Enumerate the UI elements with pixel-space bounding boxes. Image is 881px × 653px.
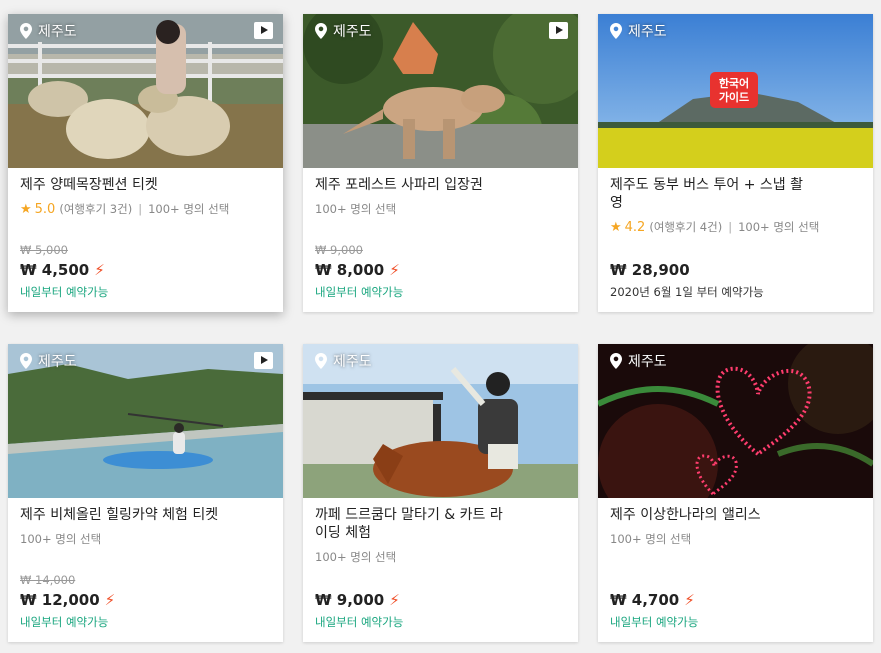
availability: 내일부터 예약가능 [315,285,404,299]
availability: 내일부터 예약가능 [20,615,109,629]
sale-price: ₩ 4,500 ⚡ [20,261,108,279]
sale-price: ₩ 9,000 ⚡ [315,591,403,609]
selection-count: 100+ 명의 선택 [610,532,692,546]
product-image[interactable]: 제주도 [598,344,873,498]
product-title[interactable]: 제주 양떼목장펜션 티켓 [20,176,273,194]
original-price: ₩ 14,000 [20,573,76,587]
product-image[interactable]: 제주도 [8,14,283,168]
price-value: ₩ 4,700 [610,591,680,609]
sale-price: ₩ 4,700 ⚡ [610,591,698,609]
product-card[interactable]: 한국어 가이드 제주도 제주도 동부 버스 투어 + 스냅 촬영 ★ 4.2 (… [598,14,873,312]
review-count: (여행후기 4건) [649,220,723,234]
availability: 내일부터 예약가능 [610,615,699,629]
sale-price: ₩ 8,000 ⚡ [315,261,403,279]
product-meta: 100+ 명의 선택 [315,549,568,565]
product-title[interactable]: 제주 포레스트 사파리 입장권 [315,176,568,194]
selection-count: 100+ 명의 선택 [738,220,820,234]
availability: 2020년 6월 1일 부터 예약가능 [610,285,764,299]
location-tag: 제주도 [315,21,372,41]
product-card[interactable]: 제주도 제주 포레스트 사파리 입장권 100+ 명의 선택 ₩ 9,000 ₩… [303,14,578,312]
original-price: ₩ 5,000 [20,243,68,257]
map-pin-icon [20,353,32,369]
star-icon: ★ [610,219,622,235]
sale-price: ₩ 28,900 [610,261,764,279]
star-icon: ★ [20,201,32,217]
original-price: ₩ 9,000 [315,243,363,257]
video-play-icon[interactable] [254,22,273,39]
location-label: 제주도 [628,354,667,370]
svg-text:한국어: 한국어 [719,76,749,90]
location-tag: 제주도 [20,351,77,371]
location-label: 제주도 [333,24,372,40]
product-card[interactable]: 제주도 제주 양떼목장펜션 티켓 ★ 5.0 (여행후기 3건) | 100+ … [8,14,283,312]
price-value: ₩ 12,000 [20,591,100,609]
video-play-icon[interactable] [549,22,568,39]
divider: | [138,202,143,216]
location-tag: 제주도 [610,21,667,41]
availability: 내일부터 예약가능 [315,615,404,629]
selection-count: 100+ 명의 선택 [148,202,230,216]
lightning-bolt-icon: ⚡ [389,591,400,609]
lightning-bolt-icon: ⚡ [104,591,116,609]
product-title[interactable]: 제주 이상한나라의 앨리스 [610,506,863,524]
price-value: ₩ 4,500 [20,261,90,279]
product-meta: ★ 5.0 (여행후기 3건) | 100+ 명의 선택 [20,201,273,217]
product-grid: 제주도 제주 양떼목장펜션 티켓 ★ 5.0 (여행후기 3건) | 100+ … [0,0,881,653]
map-pin-icon [610,353,622,369]
svg-text:가이드: 가이드 [719,90,749,104]
price-value: ₩ 9,000 [315,591,385,609]
product-title[interactable]: 제주 비체올린 힐링카약 체험 티켓 [20,506,220,524]
selection-count: 100+ 명의 선택 [315,550,397,564]
map-pin-icon [315,23,327,39]
lightning-bolt-icon: ⚡ [684,591,695,609]
product-meta: 100+ 명의 선택 [20,531,273,547]
rating: 5.0 [34,201,56,217]
product-image[interactable]: 제주도 [303,14,578,168]
location-tag: 제주도 [20,21,77,41]
sale-price: ₩ 12,000 ⚡ [20,591,115,609]
product-card[interactable]: 제주도 제주 이상한나라의 앨리스 100+ 명의 선택 ₩ 4,700 ⚡ 내… [598,344,873,642]
review-count: (여행후기 3건) [59,202,133,216]
location-tag: 제주도 [315,351,372,371]
selection-count: 100+ 명의 선택 [315,202,397,216]
product-meta: 100+ 명의 선택 [610,531,863,547]
map-pin-icon [315,353,327,369]
product-meta: ★ 4.2 (여행후기 4건) | 100+ 명의 선택 [610,219,863,235]
product-card[interactable]: 제주도 제주 비체올린 힐링카약 체험 티켓 100+ 명의 선택 ₩ 14,0… [8,344,283,642]
availability: 내일부터 예약가능 [20,285,109,299]
product-title[interactable]: 까페 드르쿰다 말타기 & 카트 라이딩 체험 [315,506,515,542]
map-pin-icon [610,23,622,39]
location-label: 제주도 [38,24,77,40]
product-image[interactable]: 제주도 [8,344,283,498]
rating: 4.2 [624,219,646,235]
price-value: ₩ 8,000 [315,261,385,279]
product-image[interactable]: 제주도 [303,344,578,498]
product-meta: 100+ 명의 선택 [315,201,568,217]
location-tag: 제주도 [610,351,667,371]
product-card[interactable]: 제주도 까페 드르쿰다 말타기 & 카트 라이딩 체험 100+ 명의 선택 ₩… [303,344,578,642]
lightning-bolt-icon: ⚡ [389,261,400,279]
product-image[interactable]: 한국어 가이드 제주도 [598,14,873,168]
product-title[interactable]: 제주도 동부 버스 투어 + 스냅 촬영 [610,176,810,212]
price-value: ₩ 28,900 [610,261,690,279]
divider: | [728,220,733,234]
location-label: 제주도 [333,354,372,370]
lightning-bolt-icon: ⚡ [94,261,105,279]
location-label: 제주도 [628,24,667,40]
selection-count: 100+ 명의 선택 [20,532,102,546]
map-pin-icon [20,23,32,39]
location-label: 제주도 [38,354,77,370]
video-play-icon[interactable] [254,352,273,369]
